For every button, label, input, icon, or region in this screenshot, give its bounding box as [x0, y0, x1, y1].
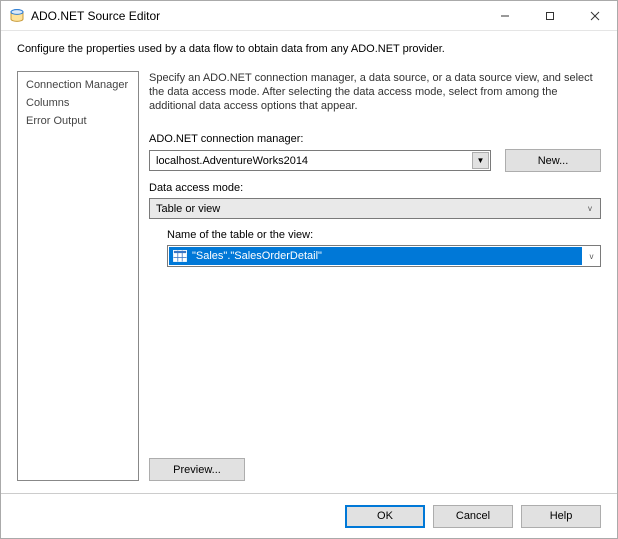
new-button[interactable]: New...: [505, 149, 601, 172]
minimize-button[interactable]: [482, 1, 527, 30]
page-sidebar: Connection Manager Columns Error Output: [17, 71, 139, 481]
preview-button[interactable]: Preview...: [149, 458, 245, 481]
connection-manager-value: localhost.AdventureWorks2014: [156, 155, 308, 167]
title-bar: ADO.NET Source Editor: [1, 1, 617, 31]
dialog-footer: OK Cancel Help: [1, 493, 617, 538]
dialog-description: Configure the properties used by a data …: [1, 31, 617, 63]
connection-manager-label: ADO.NET connection manager:: [149, 133, 601, 145]
data-access-mode-value: Table or view: [156, 203, 220, 215]
main-panel: Specify an ADO.NET connection manager, a…: [149, 71, 601, 481]
table-icon: [173, 249, 187, 263]
app-icon: [9, 8, 25, 24]
sidebar-item-columns[interactable]: Columns: [18, 94, 138, 112]
close-button[interactable]: [572, 1, 617, 30]
table-name-label: Name of the table or the view:: [167, 229, 601, 241]
data-access-mode-label: Data access mode:: [149, 182, 601, 194]
chevron-down-icon[interactable]: v: [582, 199, 598, 218]
panel-description: Specify an ADO.NET connection manager, a…: [149, 71, 601, 113]
ok-button[interactable]: OK: [345, 505, 425, 528]
table-name-combo[interactable]: "Sales"."SalesOrderDetail" v: [167, 245, 601, 267]
sidebar-item-connection-manager[interactable]: Connection Manager: [18, 76, 138, 94]
cancel-button[interactable]: Cancel: [433, 505, 513, 528]
connection-manager-combo[interactable]: localhost.AdventureWorks2014 ▼: [149, 150, 491, 171]
data-access-mode-combo[interactable]: Table or view v: [149, 198, 601, 219]
table-name-value: "Sales"."SalesOrderDetail": [192, 250, 322, 262]
window-title: ADO.NET Source Editor: [31, 9, 482, 23]
chevron-down-icon[interactable]: ▼: [472, 152, 489, 169]
sidebar-item-error-output[interactable]: Error Output: [18, 112, 138, 130]
maximize-button[interactable]: [527, 1, 572, 30]
help-button[interactable]: Help: [521, 505, 601, 528]
chevron-down-icon[interactable]: v: [583, 246, 600, 266]
